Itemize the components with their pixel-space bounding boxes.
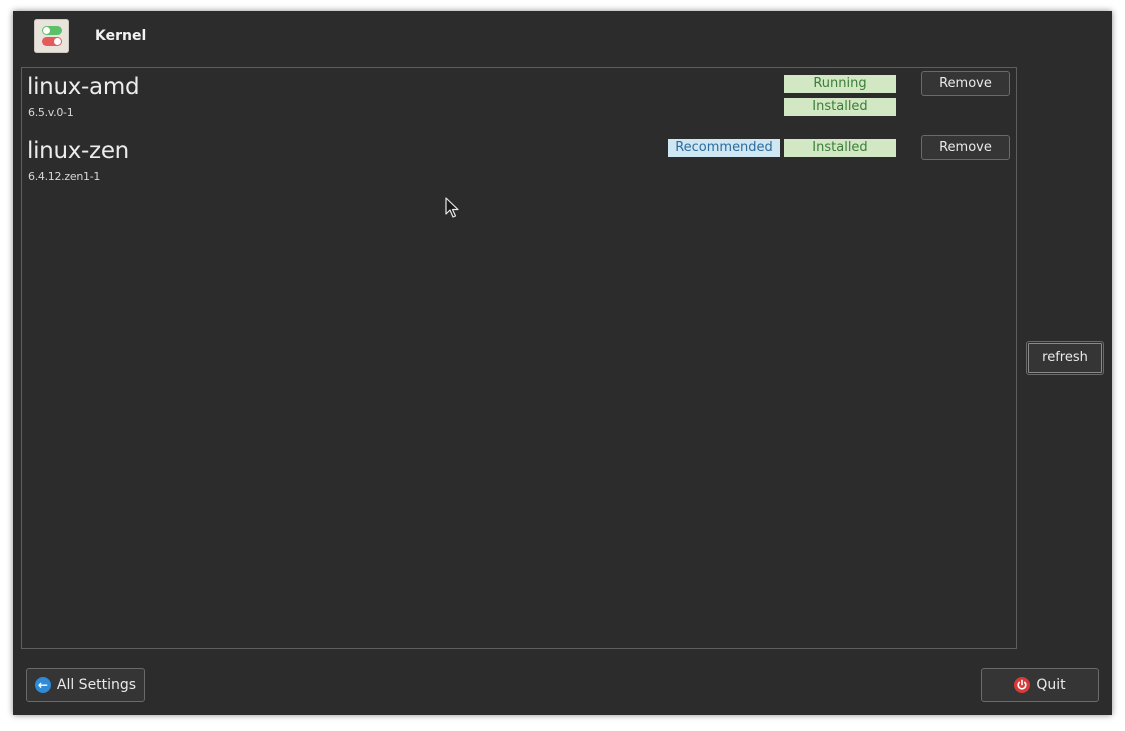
all-settings-button[interactable]: ← All Settings <box>26 668 145 702</box>
arrow-left-icon: ← <box>34 677 51 693</box>
quit-button[interactable]: Quit <box>981 668 1099 702</box>
status-badge-running: Running <box>784 75 896 93</box>
kernel-settings-window: Kernel linux-amd 6.5.v.0-1 Running Insta… <box>13 11 1112 715</box>
kernel-row-linux-zen: linux-zen 6.4.12.zen1-1 Recommended Inst… <box>22 132 1016 192</box>
all-settings-label: All Settings <box>56 677 137 693</box>
mouse-cursor-icon <box>445 197 459 218</box>
remove-button[interactable]: Remove <box>921 71 1010 96</box>
refresh-button[interactable]: refresh <box>1026 341 1104 375</box>
quit-label: Quit <box>1036 677 1066 693</box>
kernel-version: 6.5.v.0-1 <box>28 106 74 119</box>
kernel-version: 6.4.12.zen1-1 <box>28 170 101 183</box>
status-badge-installed: Installed <box>784 98 896 116</box>
kernel-row-linux-amd: linux-amd 6.5.v.0-1 Running Installed Re… <box>22 68 1016 128</box>
status-badge-recommended: Recommended <box>668 139 780 157</box>
header: Kernel <box>13 11 1112 65</box>
kernel-list: linux-amd 6.5.v.0-1 Running Installed Re… <box>21 67 1017 649</box>
kernel-name: linux-amd <box>27 74 140 100</box>
power-icon <box>1014 677 1031 693</box>
toggle-on-icon <box>42 26 62 35</box>
kernel-name: linux-zen <box>27 138 129 164</box>
toggle-off-icon <box>42 37 62 46</box>
toggle-switches-icon <box>34 19 69 53</box>
remove-button[interactable]: Remove <box>921 135 1010 160</box>
page-title: Kernel <box>95 28 147 44</box>
status-badge-installed: Installed <box>784 139 896 157</box>
